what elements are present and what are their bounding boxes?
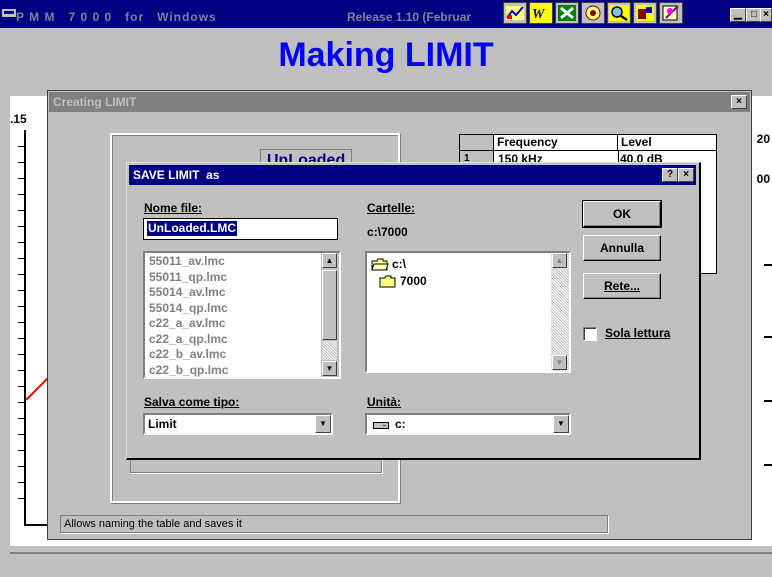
scroll-up-button[interactable]: ▲	[322, 253, 337, 268]
maximize-icon: □	[750, 9, 758, 20]
right-label-2: 00	[756, 172, 770, 186]
dialog-title-bar: SAVE LIMIT as ? ×	[129, 165, 696, 185]
file-list-items: 55011_av.lmc 55011_qp.lmc 55014_av.lmc 5501…	[145, 254, 321, 378]
axis-top-label: .15	[10, 112, 27, 126]
help-icon: ?	[666, 169, 674, 180]
column-header-level[interactable]: Level	[618, 135, 716, 151]
file-list-scrollbar[interactable]: ▲ ▼	[321, 253, 339, 377]
toolbar-flower-icon[interactable]	[581, 2, 605, 24]
file-list-item[interactable]: c22_b_qp.lmc	[145, 363, 321, 379]
toolbar-w-icon[interactable]: W	[529, 2, 553, 24]
file-list-item[interactable]: 55011_av.lmc	[145, 254, 321, 270]
app-release: Release 1.10 (Februar	[347, 10, 472, 24]
folder-scroll-up-button[interactable]: ▲	[552, 253, 567, 268]
page-heading: Making LIMIT	[278, 36, 494, 74]
right-label-1: 20	[756, 132, 770, 146]
file-list-item[interactable]: 55014_qp.lmc	[145, 301, 321, 317]
file-list-item[interactable]: 55014_av.lmc	[145, 285, 321, 301]
folder-scroll-down-button[interactable]: ▼	[552, 355, 567, 370]
left-axis	[24, 130, 26, 526]
drive-value: c:	[395, 417, 406, 431]
app-title: P M M 7 0 0 0 for Windows	[16, 10, 217, 24]
minimize-icon: ▁	[734, 9, 742, 20]
drive-dropdown-button[interactable]: ▼	[553, 415, 569, 433]
file-name-value: UnLoaded.LMC	[147, 221, 237, 236]
file-name-input[interactable]: UnLoaded.LMC	[143, 218, 338, 240]
toolbar-chart-icon[interactable]	[503, 2, 527, 24]
chevron-down-icon: ▼	[319, 419, 327, 428]
network-button[interactable]: Rete...	[583, 273, 661, 299]
drive-icon	[373, 419, 389, 429]
close-icon: ×	[763, 9, 769, 20]
save-dialog: SAVE LIMIT as ? × Nome file: UnLoaded.LM…	[126, 162, 701, 460]
app-close-button[interactable]: ×	[760, 8, 772, 22]
file-list-item[interactable]: c22_a_qp.lmc	[145, 332, 321, 348]
app-title-bar: P M M 7 0 0 0 for Windows Release 1.10 (…	[0, 0, 772, 28]
close-icon: ×	[736, 96, 742, 107]
dialog-title: SAVE LIMIT as	[133, 168, 220, 182]
column-header-frequency[interactable]: Frequency	[494, 135, 618, 151]
creating-title-bar: Creating LIMIT ×	[49, 92, 750, 112]
cancel-button[interactable]: Annulla	[583, 235, 661, 261]
folder-list[interactable]: c:\ 7000 ▲ ▼	[365, 251, 571, 373]
ok-button[interactable]: OK	[582, 200, 662, 228]
dialog-close-button[interactable]: ×	[678, 168, 694, 182]
toolbar-xls-icon[interactable]	[555, 2, 579, 24]
creating-title: Creating LIMIT	[53, 95, 137, 109]
toolbar-tool-icon[interactable]	[633, 2, 657, 24]
file-list-item[interactable]: 55011_qp.lmc	[145, 270, 321, 286]
folder-item-7000[interactable]: 7000	[379, 273, 427, 289]
app-icon[interactable]	[2, 7, 16, 17]
current-path: c:\7000	[367, 225, 408, 239]
minimize-button[interactable]: ▁	[730, 8, 746, 22]
drive-select[interactable]: c: ▼	[365, 413, 571, 435]
scroll-thumb[interactable]	[322, 270, 337, 340]
creating-close-button[interactable]: ×	[731, 95, 747, 109]
help-button[interactable]: ?	[662, 168, 678, 182]
status-text: Allows naming the table and saves it	[60, 515, 608, 533]
file-list-item[interactable]: c22_b_av.lmc	[145, 347, 321, 363]
file-list[interactable]: 55011_av.lmc 55011_qp.lmc 55014_av.lmc 5501…	[143, 251, 341, 379]
type-dropdown-button[interactable]: ▼	[315, 415, 331, 433]
type-label: Salva come tipo:	[144, 395, 240, 409]
folder-icon	[379, 275, 397, 288]
folder-list-scrollbar[interactable]: ▲ ▼	[551, 253, 569, 371]
toolbar-search-icon[interactable]	[607, 2, 631, 24]
scroll-track[interactable]	[322, 341, 337, 360]
app-status-bar	[10, 552, 772, 577]
close-icon: ×	[683, 169, 689, 180]
folder-open-icon	[371, 258, 389, 271]
type-select[interactable]: Limit ▼	[143, 413, 333, 435]
folders-label: Cartelle:	[367, 201, 416, 215]
toolbar-pen-icon[interactable]	[659, 2, 683, 24]
chevron-down-icon: ▼	[557, 419, 565, 428]
drive-label: Unità:	[367, 395, 401, 409]
scroll-down-button[interactable]: ▼	[322, 361, 337, 376]
file-list-item[interactable]: c22_a_av.lmc	[145, 316, 321, 332]
readonly-label: Sola lettura	[605, 326, 671, 340]
type-value: Limit	[148, 417, 177, 431]
folder-item-root[interactable]: c:\	[371, 256, 406, 272]
file-name-label: Nome file:	[144, 201, 203, 215]
svg-text:W: W	[532, 7, 546, 22]
readonly-checkbox[interactable]	[583, 327, 597, 341]
